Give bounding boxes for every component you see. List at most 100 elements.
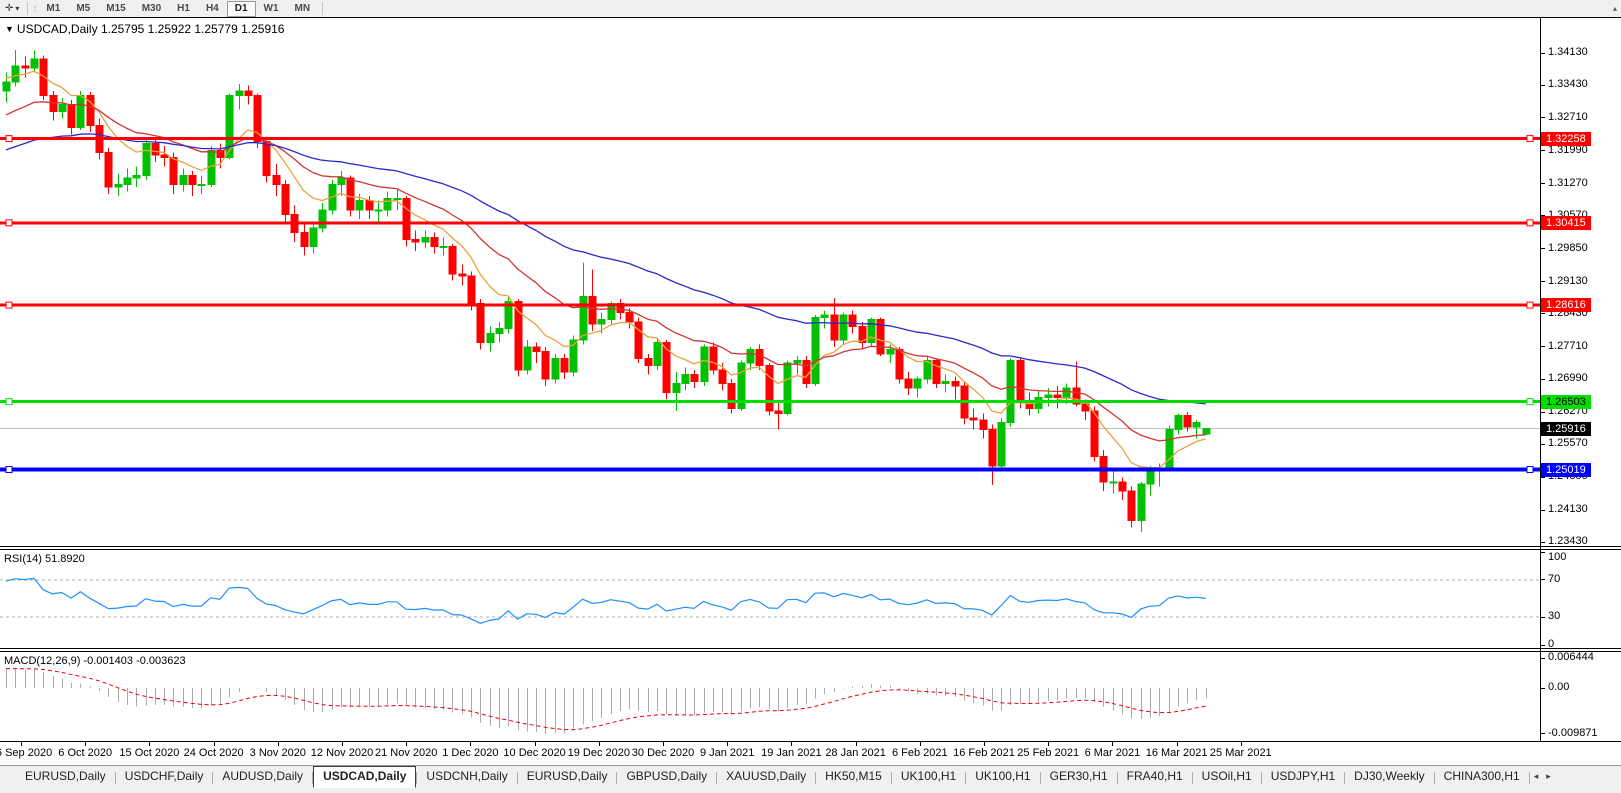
chart-symbol-label: USDCAD,Daily	[16, 22, 98, 36]
date-tick	[727, 742, 729, 746]
axis-tick	[1541, 551, 1545, 553]
pane-separator[interactable]	[0, 546, 1621, 547]
date-tick	[1048, 742, 1050, 746]
price-axis-label: 1.24130	[1548, 503, 1588, 516]
rsi-line	[5, 577, 1206, 624]
tab-china300-h1[interactable]: CHINA300,H1	[1435, 766, 1529, 787]
tab-ger30-h1[interactable]: GER30,H1	[1041, 766, 1117, 787]
price-level-chip: 1.25019	[1541, 462, 1591, 477]
timeframe-button-w1[interactable]: W1	[256, 1, 287, 17]
date-axis[interactable]: 26 Sep 2020 6 Oct 2020 15 Oct 202024 Oct 2…	[0, 742, 1540, 765]
price-level-chip: 1.25916	[1541, 421, 1591, 436]
pane-separator[interactable]	[0, 648, 1621, 649]
price-axis-label: 1.25570	[1548, 437, 1588, 450]
timeframe-button-m5[interactable]: M5	[68, 1, 98, 17]
axis-tick	[1541, 443, 1545, 445]
macd-pane[interactable]	[0, 652, 1540, 740]
macd-axis-label: 0.006444	[1548, 651, 1594, 663]
date-axis-label: 6 Oct 2020	[58, 747, 113, 759]
timeframe-button-h1[interactable]: H1	[169, 1, 198, 17]
axis-top-marker-icon[interactable]: ▴	[1613, 4, 1621, 13]
hline-handle[interactable]	[1526, 219, 1534, 227]
tab-eurusd-daily[interactable]: EURUSD,Daily	[518, 766, 617, 787]
hline-handle[interactable]	[5, 301, 13, 309]
axis-tick	[1541, 579, 1545, 581]
tab-hk50-m15[interactable]: HK50,M15	[816, 766, 891, 787]
timeframe-button-m30[interactable]: M30	[134, 1, 169, 17]
toolbar-grip-icon[interactable]: ⁞⁞	[33, 4, 36, 14]
chart-tabs-bar: EURUSD,Daily USDCHF,Daily AUDUSD,Daily USDC…	[0, 765, 1621, 793]
hline-handle[interactable]	[5, 219, 13, 227]
ma-slow-line	[5, 133, 1206, 405]
date-tick	[598, 742, 600, 746]
main-chart-pane[interactable]	[0, 17, 1540, 546]
timeframe-button-m15[interactable]: M15	[98, 1, 133, 17]
price-axis[interactable]: 1.34130 1.33430 1.32710 1.31990 1.31270 1.305…	[1541, 17, 1621, 741]
hline-handle[interactable]	[1526, 301, 1534, 309]
date-axis-label: 1 Dec 2020	[442, 747, 499, 759]
tab-usdcnh-daily[interactable]: USDCNH,Daily	[417, 766, 516, 787]
tab-usdchf-daily[interactable]: USDCHF,Daily	[116, 766, 213, 787]
rsi-axis-label: 30	[1548, 610, 1561, 623]
tab-uk100-h1[interactable]: UK100,H1	[966, 766, 1039, 787]
mt4-chart-window: ✛ ▾ ⁞⁞ M1 M5 M15 M30 H1 H4 D1 W1 MN ▴ ▼ USDCAD,Da…	[0, 0, 1621, 793]
hline-handle[interactable]	[5, 466, 13, 474]
timeframe-toolbar: ✛ ▾ ⁞⁞ M1 M5 M15 M30 H1 H4 D1 W1 MN ▴	[0, 0, 1621, 17]
axis-tick	[1541, 52, 1545, 54]
price-axis-label: 1.26990	[1548, 372, 1588, 385]
toolbar-separator	[322, 2, 324, 15]
axis-tick	[1541, 84, 1545, 86]
hline-handle[interactable]	[1526, 466, 1534, 474]
toolbar-separator	[27, 2, 29, 15]
hline-handle[interactable]	[1526, 135, 1534, 143]
tab-eurusd-daily[interactable]: EURUSD,Daily	[16, 766, 115, 787]
axis-tick	[1541, 378, 1545, 380]
tab-audusd-daily[interactable]: AUDUSD,Daily	[213, 766, 312, 787]
date-axis-label: 10 Dec 2020	[503, 747, 566, 759]
hline-handle[interactable]	[5, 398, 13, 406]
tab-usdjpy-h1[interactable]: USDJPY,H1	[1262, 766, 1344, 787]
collapse-arrow-icon[interactable]: ▼	[5, 24, 17, 34]
axis-tick	[1541, 248, 1545, 250]
axis-tick	[1541, 644, 1545, 646]
axis-tick	[1541, 687, 1545, 689]
hline-handle[interactable]	[1526, 398, 1534, 406]
price-level-chip: 1.30415	[1541, 215, 1591, 230]
date-tick	[534, 742, 536, 746]
macd-axis-label: 0.00	[1548, 681, 1570, 693]
ma-mid-line	[5, 101, 1206, 442]
rsi-pane[interactable]	[0, 550, 1540, 648]
date-axis-label: 19 Dec 2020	[567, 747, 630, 759]
timeframe-button-mn[interactable]: MN	[287, 1, 319, 17]
price-axis-label: 1.33430	[1548, 78, 1588, 91]
date-axis-label: 30 Dec 2020	[631, 747, 695, 759]
scroll-right-icon[interactable]: ▸	[1542, 766, 1555, 782]
timeframe-button-d1[interactable]: D1	[226, 0, 256, 17]
chart-title: ▼ USDCAD,Daily 1.25795 1.25922 1.25779 1.…	[5, 22, 284, 36]
price-level-chip: 1.28616	[1541, 298, 1591, 313]
price-axis-label: 1.34130	[1548, 46, 1588, 59]
date-tick	[213, 742, 215, 746]
date-axis-label: 6 Mar 2021	[1084, 747, 1141, 759]
price-level-chip: 1.32258	[1541, 131, 1591, 146]
dropdown-caret-icon[interactable]: ▾	[15, 4, 23, 13]
axis-tick	[1541, 313, 1545, 315]
tab-uk100-h1[interactable]: UK100,H1	[892, 766, 965, 787]
hline-handle[interactable]	[5, 135, 13, 143]
tab-fra40-h1[interactable]: FRA40,H1	[1118, 766, 1192, 787]
tab-xauusd-daily[interactable]: XAUUSD,Daily	[717, 766, 815, 787]
tab-dj30-weekly[interactable]: DJ30,Weekly	[1345, 766, 1433, 787]
tab-usoil-h1[interactable]: USOil,H1	[1193, 766, 1261, 787]
axis-tick	[1541, 346, 1545, 347]
macd-label: MACD(12,26,9) -0.001403 -0.003623	[4, 655, 186, 667]
date-tick	[1240, 742, 1242, 746]
scroll-left-icon[interactable]: ◂	[1530, 766, 1543, 782]
price-axis-label: 1.29850	[1548, 241, 1588, 254]
timeframe-button-m1[interactable]: M1	[38, 1, 68, 17]
tab-gbpusd-daily[interactable]: GBPUSD,Daily	[617, 766, 716, 787]
crosshair-tool-icon[interactable]: ✛	[0, 3, 15, 14]
date-tick	[919, 742, 921, 746]
date-tick	[791, 742, 793, 746]
tab-usdcad-daily[interactable]: USDCAD,Daily	[313, 766, 417, 788]
timeframe-button-h4[interactable]: H4	[198, 1, 227, 17]
